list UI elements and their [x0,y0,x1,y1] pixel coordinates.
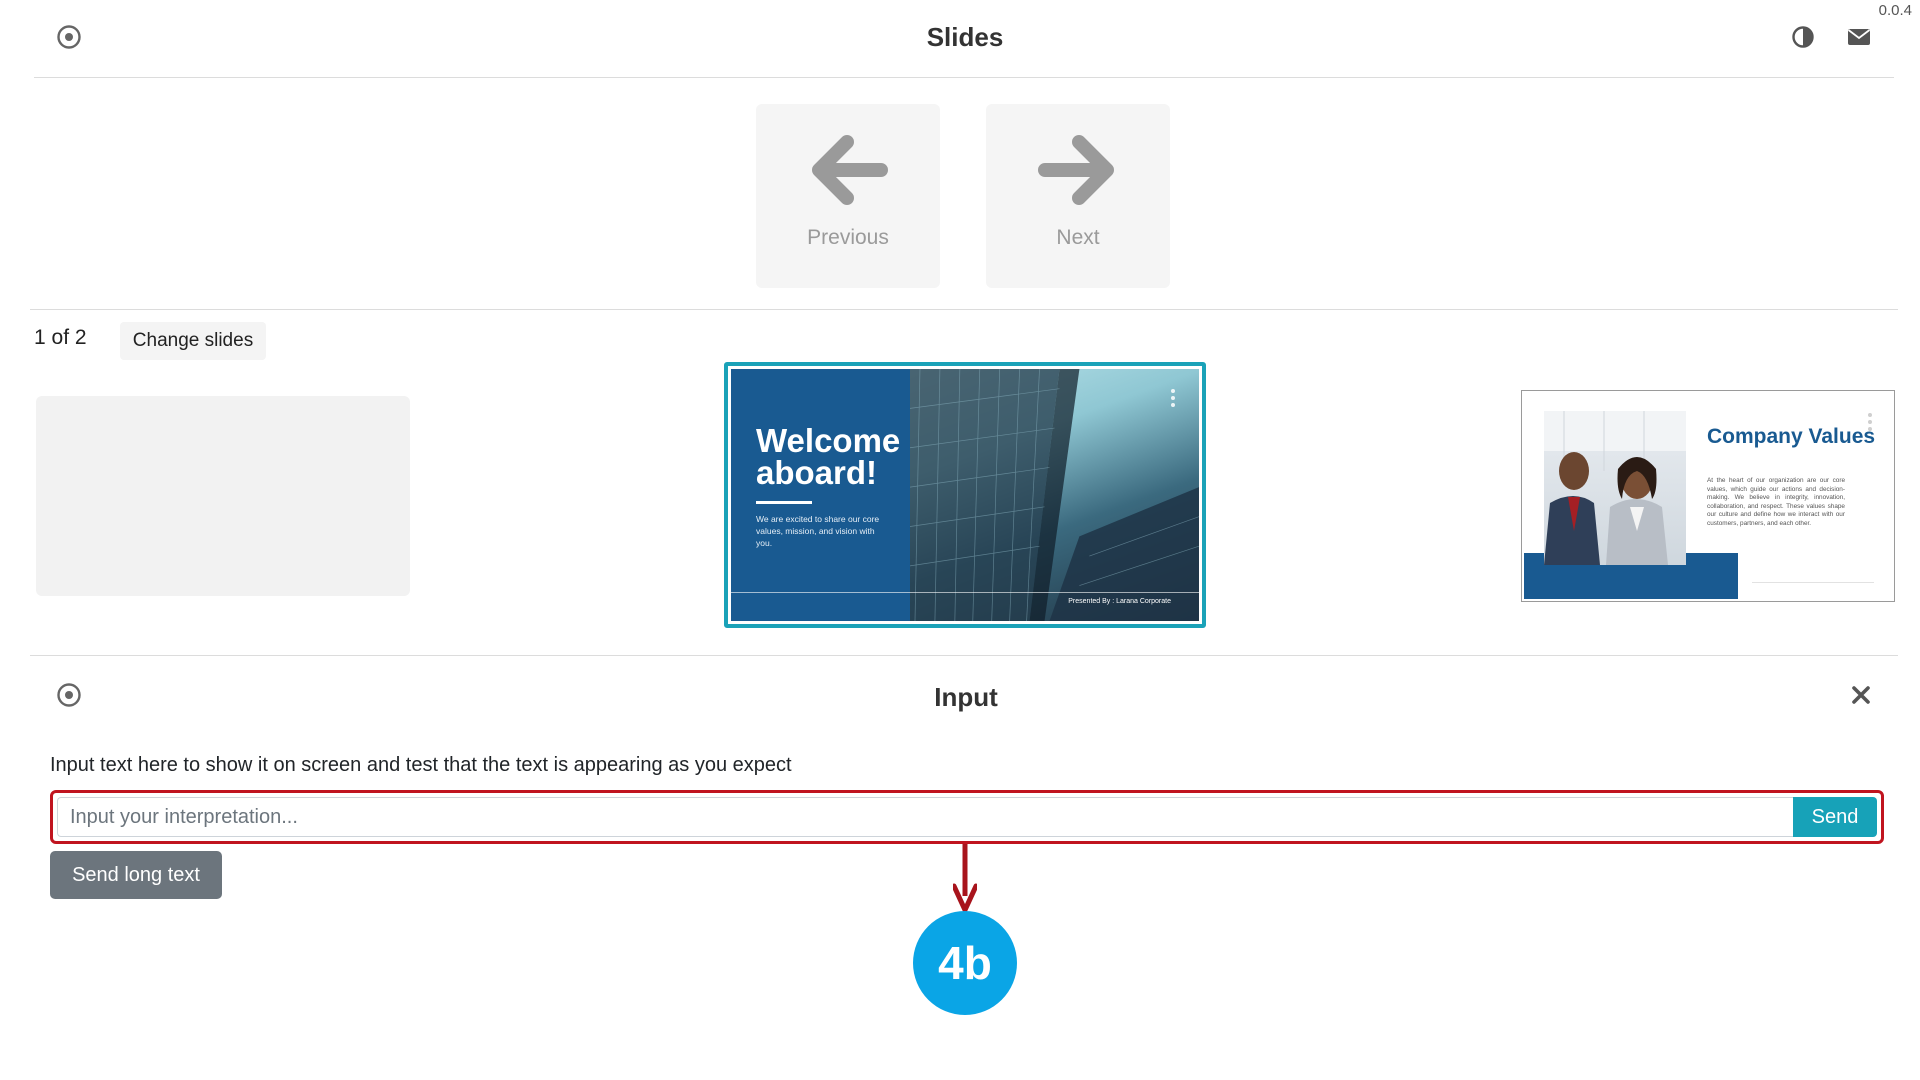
slide-footer-text: Presented By : Larana Corporate [1068,598,1171,605]
arrow-left-icon [812,135,888,205]
business-people-photo [1544,411,1686,565]
next-button[interactable]: Next [986,104,1170,288]
header-divider [34,77,1894,78]
next-label: Next [1056,226,1100,249]
slide-menu-dots-icon [1868,413,1872,431]
version-label: 0.0.4 [1878,2,1912,19]
slide-blue-panel [731,369,910,621]
arrow-right-icon [1038,135,1114,205]
slide-title: Welcome aboard! [756,422,901,491]
previous-label: Previous [807,226,889,249]
slide-title: Company Values [1707,425,1876,448]
next-slide-thumbnail[interactable]: Company Values At the heart of our organ… [1521,390,1895,602]
page-title: Slides [926,22,1004,52]
input-highlight-frame: Send [50,790,1884,844]
send-button[interactable]: Send [1793,797,1877,837]
send-long-text-button[interactable]: Send long text [50,851,222,899]
slide-footer-line [1752,582,1874,583]
nav-divider [30,309,1898,310]
input-instruction: Input text here to show it on screen and… [50,754,792,776]
slide-counter: 1 of 2 [34,326,87,349]
slide-footer-line [731,592,1199,593]
current-slide-thumbnail[interactable]: Welcome aboard! We are excited to share … [724,362,1206,628]
step-badge: 4b [913,911,1017,1015]
building-photo [909,369,1199,621]
close-icon[interactable] [1848,682,1874,708]
slide-body-text: At the heart of our organization are our… [1707,477,1845,527]
envelope-icon[interactable] [1846,24,1872,50]
previous-button[interactable]: Previous [756,104,940,288]
interpretation-input[interactable] [57,797,1793,837]
previous-slide-placeholder[interactable] [36,396,410,596]
change-slides-button[interactable]: Change slides [120,322,266,360]
input-panel-title: Input [934,682,998,712]
slide-title-underline [756,501,812,504]
slide-subtitle: We are excited to share our core values,… [756,514,880,548]
slide-menu-dots-icon [1171,389,1175,407]
slides-divider [30,655,1898,656]
callout-arrow-icon [953,844,977,913]
contrast-icon[interactable] [1790,24,1816,50]
